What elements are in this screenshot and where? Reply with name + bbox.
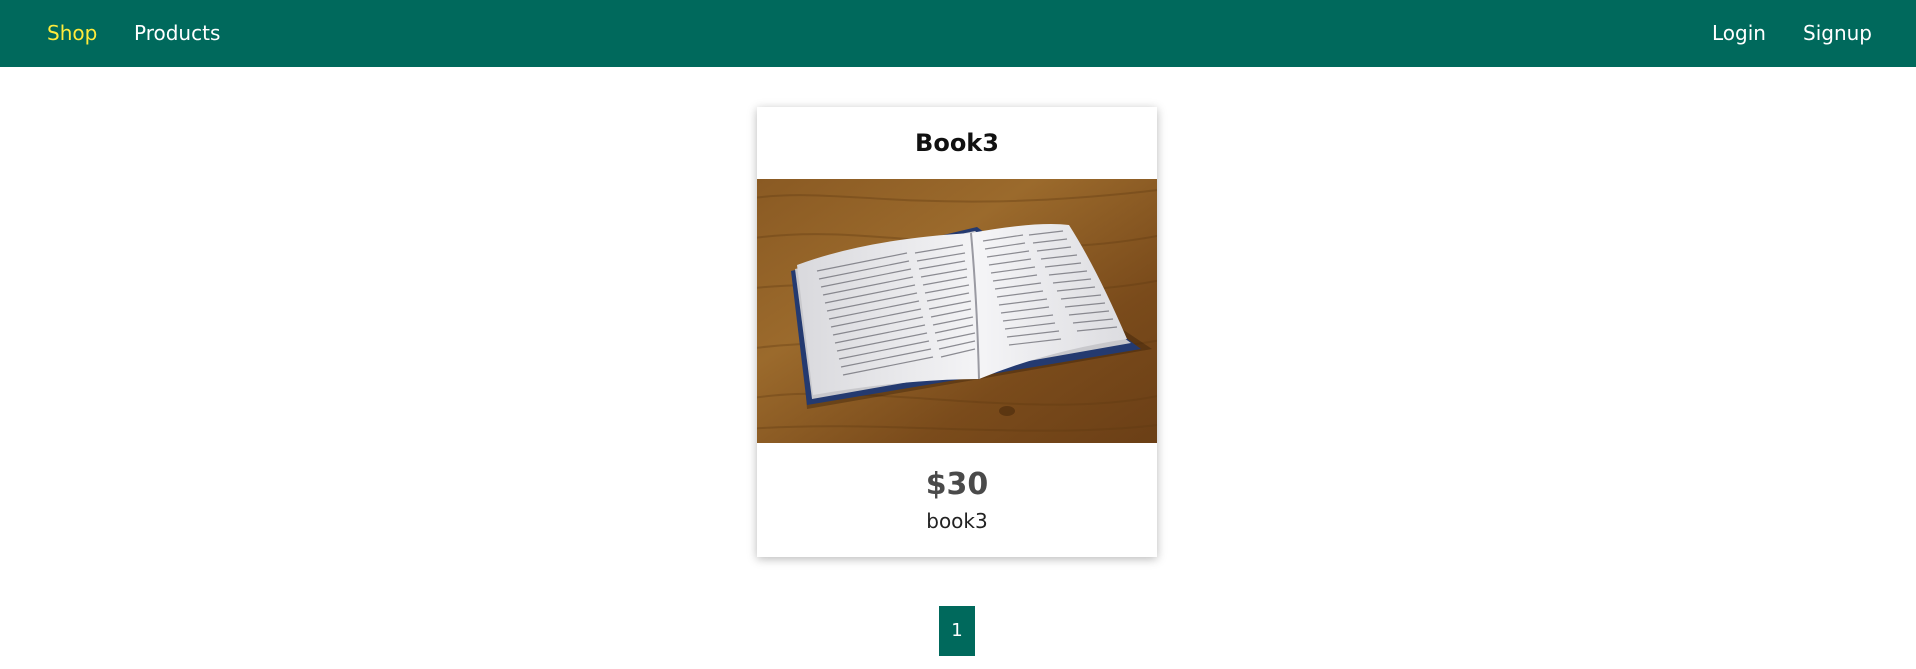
nav-link-login[interactable]: Login (1712, 0, 1766, 67)
nav-link-products[interactable]: Products (134, 0, 220, 67)
site-header: Shop Products Login Signup (0, 0, 1916, 67)
product-price: $30 (925, 467, 989, 502)
product-card: Book3 $30 book3 (757, 107, 1157, 557)
page-button-1[interactable]: 1 (939, 606, 975, 656)
product-description: book3 (926, 509, 988, 533)
product-title: Book3 (915, 129, 999, 157)
product-image (757, 179, 1157, 443)
pagination: 1 (939, 606, 975, 656)
nav-link-signup[interactable]: Signup (1803, 0, 1872, 67)
nav-link-shop[interactable]: Shop (47, 0, 97, 67)
